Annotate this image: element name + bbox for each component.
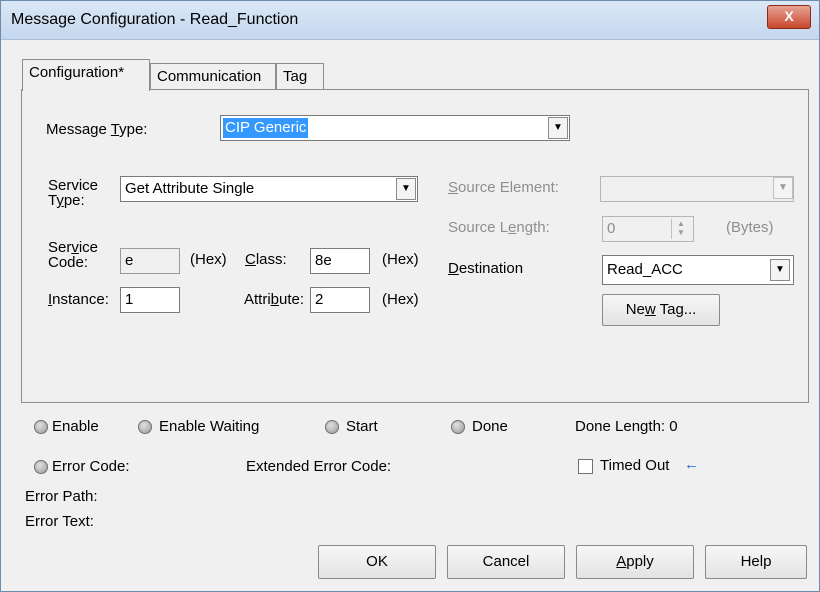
instance-label: Instance: xyxy=(48,291,109,308)
apply-button[interactable]: Apply xyxy=(576,545,694,579)
extended-error-code-label: Extended Error Code: xyxy=(246,458,392,475)
source-length-field[interactable]: 0 ▲ ▼ xyxy=(602,216,694,242)
chevron-down-icon: ▼ xyxy=(773,177,793,199)
enable-waiting-indicator xyxy=(138,420,152,434)
tab-tag[interactable]: Tag xyxy=(276,63,324,90)
class-label: Class: xyxy=(245,251,287,268)
chevron-down-icon[interactable]: ▼ xyxy=(396,178,416,200)
start-indicator xyxy=(325,420,339,434)
service-code-field[interactable]: e xyxy=(120,248,180,274)
attribute-field[interactable]: 2 xyxy=(310,287,370,313)
service-type-label: Service Type: xyxy=(48,177,99,209)
timed-out-label: Timed Out xyxy=(600,457,670,474)
enable-label: Enable xyxy=(52,418,99,435)
error-text-label: Error Text: xyxy=(25,513,94,530)
error-path-label: Error Path: xyxy=(25,488,98,505)
destination-label: Destination xyxy=(448,260,524,277)
bytes-label: (Bytes) xyxy=(726,219,774,236)
start-label: Start xyxy=(346,418,378,435)
instance-field[interactable]: 1 xyxy=(120,287,180,313)
source-element-select[interactable] xyxy=(600,176,794,202)
chevron-down-icon[interactable]: ▼ xyxy=(770,259,790,281)
source-length-value: 0 xyxy=(607,220,616,237)
message-configuration-dialog: Message Configuration - Read_Function X … xyxy=(0,0,820,592)
help-button[interactable]: Help xyxy=(705,545,807,579)
done-length-label: Done Length: 0 xyxy=(575,418,678,435)
new-tag-button[interactable]: New Tag... xyxy=(602,294,720,326)
hex-label: (Hex) xyxy=(382,291,419,308)
message-type-select[interactable]: CIP Generic ▼ xyxy=(220,115,570,141)
source-length-label: Source Length: xyxy=(448,219,550,236)
service-type-value: Get Attribute Single xyxy=(125,180,255,197)
timed-out-checkbox[interactable] xyxy=(578,459,593,474)
done-label: Done xyxy=(472,418,508,435)
hex-label: (Hex) xyxy=(190,251,227,268)
message-type-value: CIP Generic xyxy=(223,118,309,138)
attribute-label: Attribute: xyxy=(244,291,305,308)
destination-value: Read_ACC xyxy=(607,261,683,278)
source-element-label: Source Element: xyxy=(448,179,559,196)
enable-indicator xyxy=(34,420,48,434)
cancel-button[interactable]: Cancel xyxy=(447,545,565,579)
chevron-down-icon[interactable]: ▼ xyxy=(548,117,568,139)
service-type-select[interactable]: Get Attribute Single ▼ xyxy=(120,176,418,202)
tab-configuration[interactable]: Configuration* xyxy=(22,59,150,91)
hex-label: (Hex) xyxy=(382,251,419,268)
arrow-left-icon: ← xyxy=(684,456,699,473)
configuration-panel: Message Type: CIP Generic ▼ Service Type:… xyxy=(21,89,809,403)
class-field[interactable]: 8e xyxy=(310,248,370,274)
title-bar: Message Configuration - Read_Function X xyxy=(1,1,819,40)
enable-waiting-label: Enable Waiting xyxy=(159,418,260,435)
destination-select[interactable]: Read_ACC ▼ xyxy=(602,255,794,285)
service-code-label: Service Code: xyxy=(48,239,99,271)
error-code-indicator xyxy=(34,460,48,474)
spinner: ▲ ▼ xyxy=(671,219,690,239)
error-code-label: Error Code: xyxy=(52,458,130,475)
done-indicator xyxy=(451,420,465,434)
close-button[interactable]: X xyxy=(767,5,811,29)
tab-communication[interactable]: Communication xyxy=(150,63,276,90)
ok-button[interactable]: OK xyxy=(318,545,436,579)
window-title: Message Configuration - Read_Function xyxy=(11,11,299,28)
message-type-label: Message Type: xyxy=(46,121,148,138)
